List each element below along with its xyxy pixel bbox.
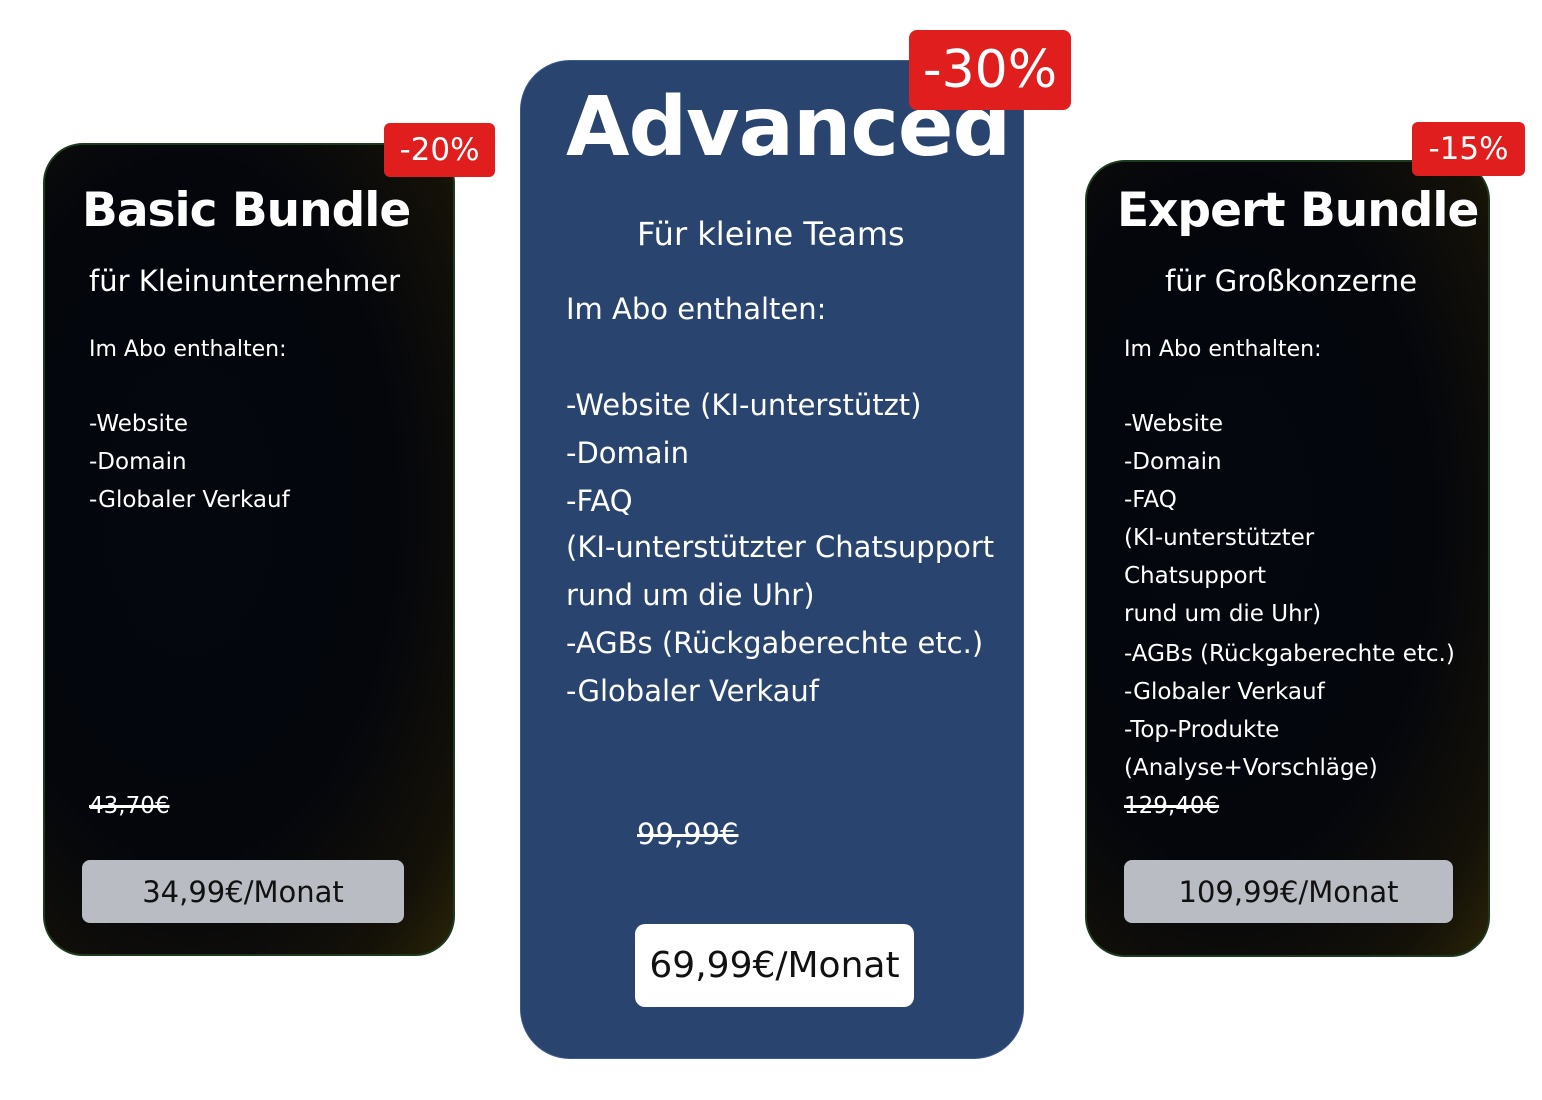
feature-item: -Domain (566, 436, 689, 470)
feature-item: -Globaler Verkauf (566, 674, 820, 708)
discount-badge-expert: -15% (1412, 122, 1525, 176)
feature-item: (KI-unterstützter (1124, 525, 1315, 551)
discount-badge-basic: -20% (384, 123, 495, 177)
price-button-advanced[interactable]: 69,99€/Monat (635, 924, 914, 1007)
discount-badge-advanced: -30% (909, 30, 1071, 110)
feature-item: -Globaler Verkauf (89, 487, 290, 513)
plan-title-basic: Basic Bundle (82, 183, 411, 238)
feature-item: -AGBs (Rückgaberechte etc.) (566, 626, 984, 660)
plan-subtitle-expert: für Großkonzerne (1165, 264, 1418, 298)
feature-item: -Website (89, 411, 189, 437)
feature-item: rund um die Uhr) (1124, 601, 1322, 627)
feature-item: (Analyse+Vorschläge) (1124, 755, 1378, 781)
included-heading-basic: Im Abo enthalten: (89, 337, 287, 362)
feature-item: -FAQ (566, 484, 633, 518)
old-price-expert: 129,40€ (1124, 793, 1220, 819)
feature-item: (KI-unterstützter Chatsupport (566, 530, 995, 564)
old-price-advanced: 99,99€ (637, 817, 739, 851)
plan-subtitle-advanced: Für kleine Teams (637, 215, 905, 253)
included-heading-advanced: Im Abo enthalten: (566, 292, 827, 326)
feature-item: -Domain (1124, 449, 1222, 475)
plan-title-expert: Expert Bundle (1117, 183, 1479, 238)
feature-item: -Website (KI-unterstützt) (566, 388, 922, 422)
feature-item: -Globaler Verkauf (1124, 679, 1325, 705)
feature-item: -FAQ (1124, 487, 1177, 513)
feature-item: -Website (1124, 411, 1224, 437)
price-button-expert[interactable]: 109,99€/Monat (1124, 860, 1453, 923)
feature-item: rund um die Uhr) (566, 578, 815, 612)
plan-subtitle-basic: für Kleinunternehmer (89, 264, 401, 298)
feature-item: Chatsupport (1124, 563, 1267, 589)
included-heading-expert: Im Abo enthalten: (1124, 337, 1322, 362)
feature-item: -Domain (89, 449, 187, 475)
old-price-basic: 43,70€ (89, 793, 170, 819)
feature-item: -AGBs (Rückgaberechte etc.) (1124, 641, 1455, 667)
feature-item: -Top-Produkte (1124, 717, 1280, 743)
price-button-basic[interactable]: 34,99€/Monat (82, 860, 404, 923)
